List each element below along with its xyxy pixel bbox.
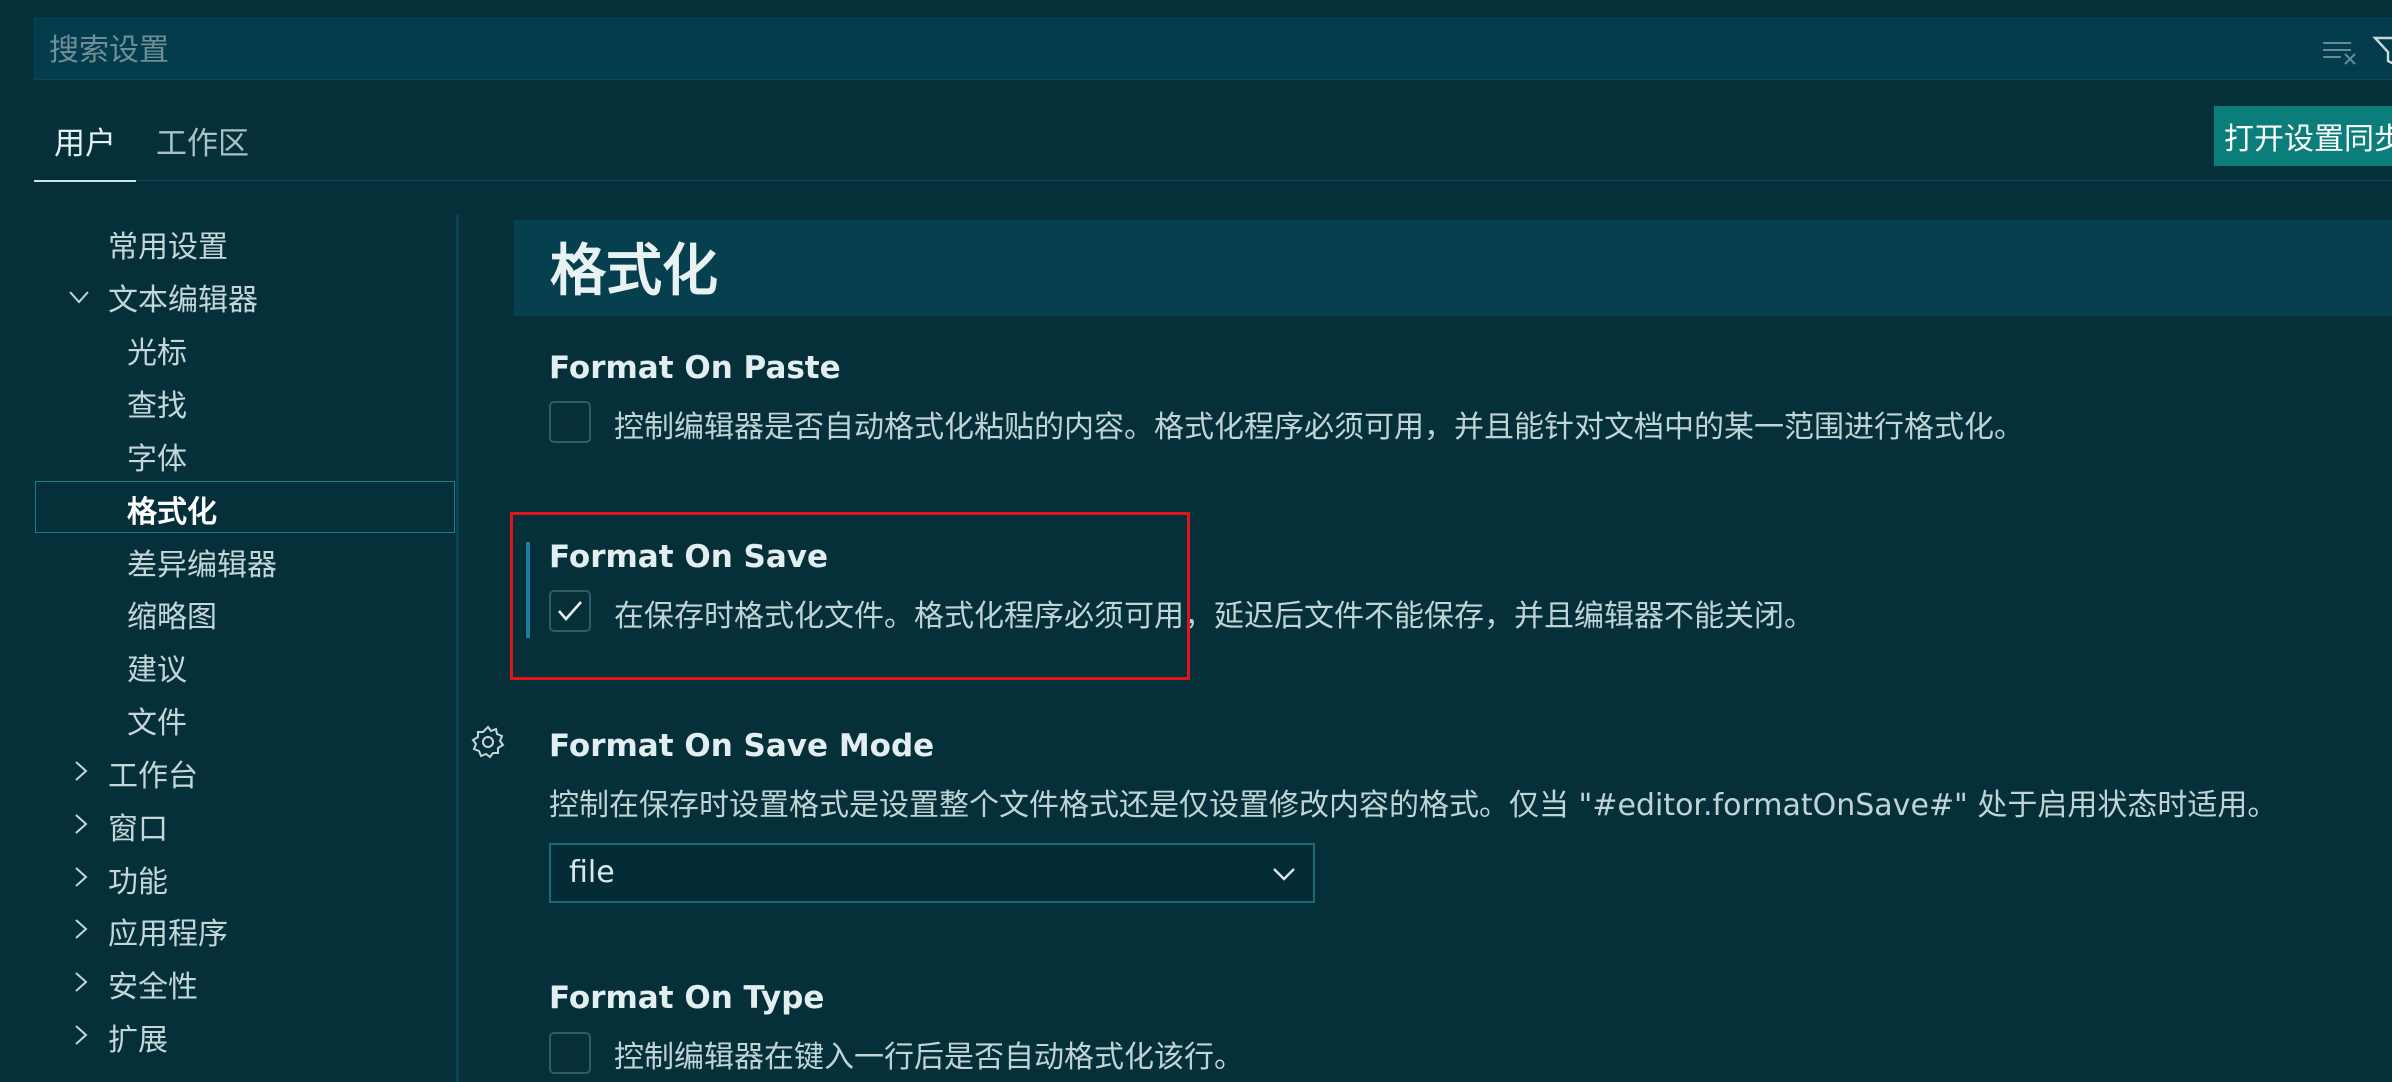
gear-icon[interactable] [470,724,506,760]
chevron-right-icon[interactable] [70,760,92,782]
sidebar-item-application[interactable]: 应用程序 [108,909,228,953]
section-header [514,220,2392,316]
setting-description: 控制编辑器是否自动格式化粘贴的内容。格式化程序必须可用，并且能针对文档中的某一范… [614,410,2024,445]
tabs-divider [34,180,2392,181]
section-title: 格式化 [550,239,718,304]
format-on-paste-checkbox[interactable] [549,401,591,443]
sidebar-item-formatting[interactable]: 格式化 [127,487,217,531]
clear-filter-icon[interactable] [2321,39,2361,65]
format-on-save-mode-select[interactable]: file [549,843,1315,903]
sidebar-item-font[interactable]: 字体 [127,434,187,478]
sidebar-item-common[interactable]: 常用设置 [108,222,228,266]
chevron-right-icon[interactable] [70,866,92,888]
sidebar-item-security[interactable]: 安全性 [108,962,198,1006]
sidebar-item-workbench[interactable]: 工作台 [108,751,198,795]
setting-description: 控制在保存时设置格式是设置整个文件格式还是仅设置修改内容的格式。仅当 "#edi… [549,788,2278,823]
settings-editor: 用户 工作区 打开设置同步 常用设置 文本编辑器 光标 查找 字体 格式化 差异… [0,0,2392,1082]
tab-workspace[interactable]: 工作区 [156,118,249,163]
tab-user[interactable]: 用户 [54,118,116,163]
search-bar [34,18,2392,81]
chevron-down-icon[interactable] [68,286,90,308]
setting-title-format-on-type: Format On Type [549,980,825,1016]
sidebar-item-files[interactable]: 文件 [127,698,187,742]
chevron-right-icon[interactable] [70,813,92,835]
chevron-down-icon [1273,868,1295,881]
sidebar-selected-outline [35,481,455,533]
sidebar-divider [456,215,459,1082]
chevron-right-icon[interactable] [70,1024,92,1046]
search-input[interactable] [47,19,2251,81]
open-settings-sync-button[interactable]: 打开设置同步 [2214,106,2392,166]
sidebar-item-find[interactable]: 查找 [127,381,187,425]
sidebar-item-suggestions[interactable]: 建议 [127,645,187,689]
chevron-right-icon[interactable] [70,918,92,940]
active-tab-indicator [34,180,136,182]
format-on-type-checkbox[interactable] [549,1032,591,1074]
sidebar-item-text-editor[interactable]: 文本编辑器 [108,275,258,319]
highlight-annotation-box [510,512,1190,680]
setting-title-format-on-paste: Format On Paste [549,350,841,386]
setting-description: 控制编辑器在键入一行后是否自动格式化该行。 [614,1040,1244,1075]
sidebar-item-features[interactable]: 功能 [108,857,168,901]
sidebar-item-cursor[interactable]: 光标 [127,328,187,372]
select-value: file [569,855,615,890]
sidebar-item-extensions[interactable]: 扩展 [108,1015,168,1059]
sidebar-item-window[interactable]: 窗口 [108,804,168,848]
sidebar-item-minimap[interactable]: 缩略图 [127,592,217,636]
chevron-right-icon[interactable] [70,971,92,993]
filter-icon[interactable] [2371,35,2392,67]
sidebar-item-diff-editor[interactable]: 差异编辑器 [127,540,277,584]
setting-title-format-on-save-mode: Format On Save Mode [549,728,935,764]
